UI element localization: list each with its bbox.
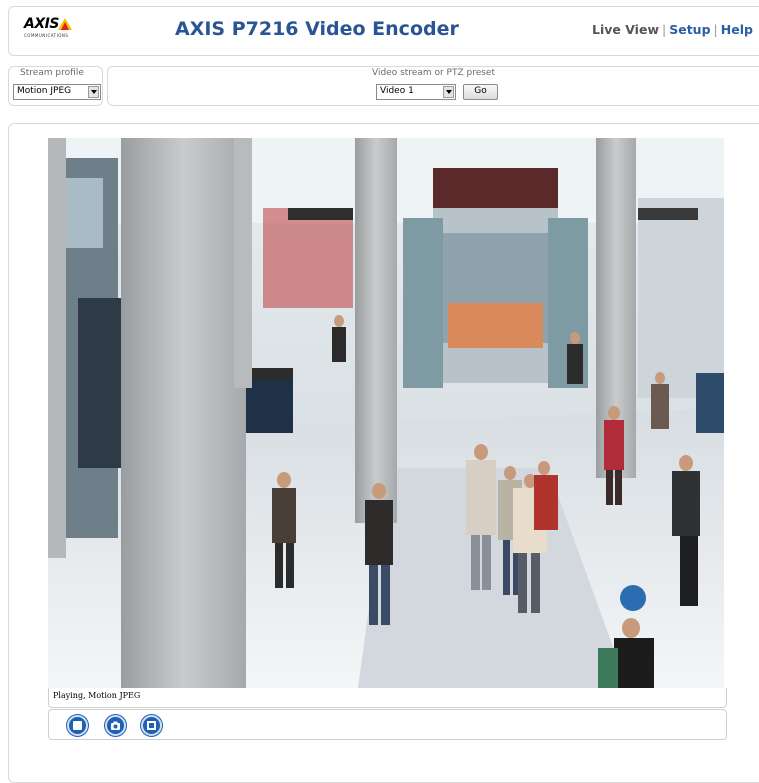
video-source-label: Video stream or PTZ preset: [372, 68, 496, 78]
video-source-select[interactable]: Video 1: [376, 84, 456, 100]
live-video-image[interactable]: [48, 138, 724, 688]
stream-profile-value: Motion JPEG: [17, 86, 72, 96]
stream-profile-select[interactable]: Motion JPEG: [13, 84, 101, 100]
logo-triangle-icon: [58, 18, 72, 30]
go-button[interactable]: Go: [463, 84, 498, 100]
stream-profile-label: Stream profile: [20, 68, 84, 78]
stop-button[interactable]: [67, 715, 88, 736]
nav-setup[interactable]: Setup: [669, 22, 710, 37]
view-full-screen-icon: [147, 721, 156, 730]
snapshot-button[interactable]: [105, 715, 126, 736]
logo-subtext: COMMUNICATIONS: [24, 33, 69, 38]
video-source-value: Video 1: [380, 86, 414, 96]
nav-separator: |: [713, 22, 718, 37]
nav-separator: |: [662, 22, 667, 37]
player-status-bar: Playing, Motion JPEG: [48, 688, 727, 708]
stop-icon: [73, 721, 82, 730]
header-bar: AXIS COMMUNICATIONS AXIS P7216 Video Enc…: [8, 6, 759, 56]
axis-logo[interactable]: AXIS COMMUNICATIONS: [24, 16, 84, 42]
stream-profile-panel: Stream profile Motion JPEG: [8, 66, 103, 106]
full-screen-button[interactable]: [141, 715, 162, 736]
nav-live-view[interactable]: Live View: [592, 22, 659, 37]
chevron-down-icon[interactable]: [88, 86, 99, 98]
video-source-panel: Video stream or PTZ preset Video 1 Go: [107, 66, 759, 106]
snapshot-icon: [111, 721, 120, 730]
player-controls: [48, 709, 727, 740]
page-title: AXIS P7216 Video Encoder: [175, 18, 459, 40]
nav-help[interactable]: Help: [721, 22, 753, 37]
top-nav: Live View | Setup | Help: [592, 22, 753, 37]
video-frame-illustration: [48, 138, 724, 688]
player-status-text: Playing, Motion JPEG: [53, 691, 141, 700]
logo-text: AXIS: [24, 16, 59, 32]
chevron-down-icon[interactable]: [443, 86, 454, 98]
